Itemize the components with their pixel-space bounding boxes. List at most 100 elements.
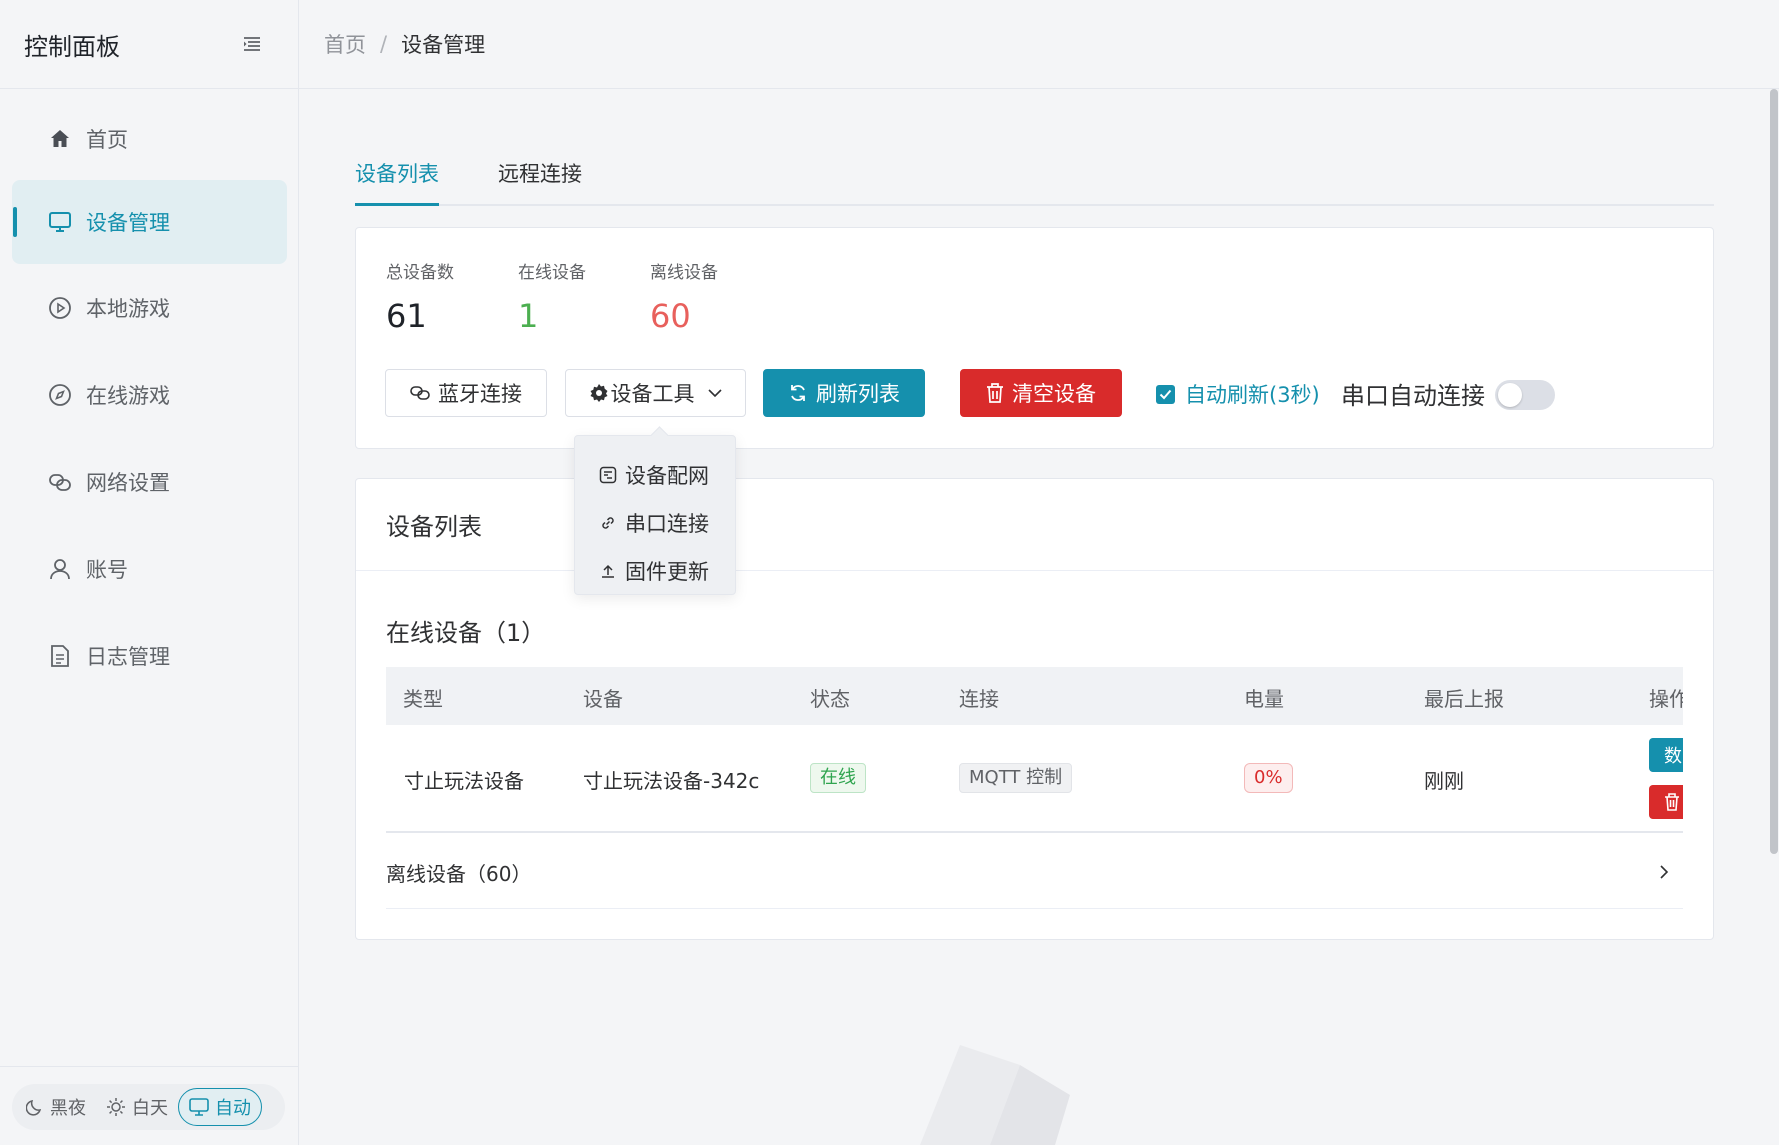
offline-devices-collapse[interactable]: 离线设备（60）: [386, 836, 1683, 909]
last-report-cell: 刚刚: [1424, 769, 1464, 793]
link-icon: [410, 383, 430, 403]
monitor-icon: [189, 1098, 209, 1116]
scrollbar-thumb[interactable]: [1770, 89, 1778, 854]
device-name-cell: 寸止玩法设备-342c: [583, 769, 760, 793]
sidebar-item-label: 设备管理: [86, 211, 170, 235]
sidebar-item-label: 在线游戏: [86, 384, 170, 408]
menu-item-label: 设备配网: [625, 464, 709, 488]
device-list-title: 设备列表: [356, 479, 1713, 571]
stats-card: 总设备数 61 在线设备 1 离线设备 60 蓝牙连接 设备工具 刷新列表 清空…: [355, 227, 1714, 449]
sidebar-item-label: 账号: [86, 558, 128, 582]
sidebar-item-label: 网络设置: [86, 471, 170, 495]
toggle-knob: [1498, 383, 1522, 407]
sidebar-item-device-management[interactable]: 设备管理: [12, 180, 287, 264]
sidebar-item-home[interactable]: 首页: [12, 97, 287, 181]
theme-bar: 黑夜 白天 自动: [0, 1066, 298, 1145]
connection-badge: MQTT 控制: [959, 763, 1073, 793]
tab-device-list[interactable]: 设备列表: [355, 158, 439, 206]
battery-badge: 0%: [1244, 763, 1293, 793]
checkmark-icon[interactable]: [1156, 384, 1175, 404]
trash-icon: [1664, 793, 1680, 811]
theme-auto-label: 自动: [215, 1098, 251, 1119]
sidebar-item-label: 本地游戏: [86, 297, 170, 321]
menu-item-label: 固件更新: [625, 560, 709, 584]
stat-total-value: 61: [386, 297, 427, 335]
menu-item-serial-connect[interactable]: 串口连接: [575, 499, 735, 547]
moon-icon: [26, 1098, 44, 1116]
refresh-icon: [788, 383, 808, 403]
chevron-down-icon: [707, 388, 723, 398]
sun-icon: [106, 1097, 126, 1117]
sidebar-item-network-settings[interactable]: 网络设置: [12, 440, 287, 524]
trash-icon: [986, 383, 1004, 403]
stat-offline-label: 离线设备: [650, 263, 718, 283]
table-row: 寸止玩法设备 寸止玩法设备-342c 在线 MQTT 控制 0% 刚刚 数: [386, 725, 1683, 833]
auto-refresh-checkbox[interactable]: 自动刷新(3秒): [1156, 379, 1320, 409]
bluetooth-connect-button[interactable]: 蓝牙连接: [385, 369, 547, 417]
data-button[interactable]: 数: [1649, 738, 1683, 772]
sidebar-item-account[interactable]: 账号: [12, 527, 287, 611]
serial-auto-connect-label: 串口自动连接: [1341, 382, 1485, 410]
main-tabs: 设备列表 远程连接: [355, 158, 1714, 206]
theme-light-option[interactable]: 白天: [96, 1088, 178, 1126]
menu-item-device-network-config[interactable]: 设备配网: [575, 451, 735, 499]
breadcrumb-home[interactable]: 首页: [324, 29, 366, 59]
stat-online-label: 在线设备: [518, 263, 586, 283]
monitor-icon: [48, 210, 72, 234]
clear-devices-label: 清空设备: [1012, 382, 1096, 406]
theme-auto-option[interactable]: 自动: [178, 1088, 262, 1126]
chevron-right-icon[interactable]: [1659, 864, 1669, 880]
sidebar-item-label: 首页: [86, 128, 128, 152]
online-devices-section-title: 在线设备（1）: [386, 619, 546, 647]
theme-light-label: 白天: [132, 1098, 168, 1119]
breadcrumb-separator: /: [380, 32, 388, 56]
network-config-icon: [599, 466, 617, 484]
serial-auto-connect-toggle[interactable]: [1495, 380, 1555, 410]
stat-offline-value: 60: [650, 297, 691, 335]
home-icon: [48, 127, 72, 151]
column-header-status: 状态: [810, 687, 850, 711]
collapse-menu-icon[interactable]: [242, 34, 262, 54]
theme-switcher: 黑夜 白天 自动: [12, 1084, 285, 1130]
sidebar-item-local-games[interactable]: 本地游戏: [12, 266, 287, 350]
device-type-cell: 寸止玩法设备: [404, 769, 524, 793]
delete-device-button[interactable]: [1649, 785, 1683, 819]
stat-online-value: 1: [518, 297, 539, 335]
background-watermark: [920, 1045, 1070, 1145]
stat-offline: 离线设备 60: [650, 258, 718, 335]
sidebar: 控制面板 首页 设备管理 本地游戏 在线游戏 网络设置 账号 日志管理 黑夜 白…: [0, 0, 299, 1145]
stat-total: 总设备数 61: [386, 258, 454, 335]
offline-devices-section-title: 离线设备（60）: [386, 861, 532, 886]
breadcrumb: 首页 / 设备管理: [299, 0, 1779, 89]
gear-icon: [589, 383, 609, 403]
online-devices-table: 类型 设备 状态 连接 电量 最后上报 操作 寸止玩法设备 寸止玩法设备-342…: [386, 667, 1683, 836]
stat-online: 在线设备 1: [518, 258, 586, 335]
user-icon: [48, 557, 72, 581]
upload-icon: [599, 562, 617, 580]
column-header-device: 设备: [583, 687, 623, 711]
column-header-actions: 操作: [1649, 687, 1683, 711]
compass-icon: [48, 383, 72, 407]
tab-remote-connection[interactable]: 远程连接: [498, 158, 582, 204]
status-badge: 在线: [810, 763, 866, 793]
device-list-card: 设备列表 在线设备（1） 类型 设备 状态 连接 电量 最后上报 操作 寸止玩法…: [355, 478, 1714, 940]
refresh-list-button[interactable]: 刷新列表: [763, 369, 925, 417]
stat-total-label: 总设备数: [386, 263, 454, 283]
link-icon: [599, 514, 617, 532]
play-circle-icon: [48, 296, 72, 320]
data-button-label: 数: [1664, 746, 1682, 767]
clear-devices-button[interactable]: 清空设备: [960, 369, 1122, 417]
column-header-battery: 电量: [1244, 687, 1284, 711]
auto-refresh-label[interactable]: 自动刷新(3秒): [1185, 379, 1320, 409]
sidebar-item-online-games[interactable]: 在线游戏: [12, 353, 287, 437]
document-icon: [48, 644, 72, 668]
device-tools-dropdown[interactable]: 设备工具: [565, 369, 746, 417]
sidebar-item-log-management[interactable]: 日志管理: [12, 614, 287, 698]
menu-item-label: 串口连接: [625, 512, 709, 536]
sidebar-item-label: 日志管理: [86, 645, 170, 669]
page-scrollbar[interactable]: [1769, 89, 1779, 1145]
app-title: 控制面板: [24, 32, 120, 61]
menu-item-firmware-update[interactable]: 固件更新: [575, 547, 735, 595]
theme-dark-option[interactable]: 黑夜: [16, 1088, 96, 1126]
sidebar-header: 控制面板: [0, 0, 298, 89]
